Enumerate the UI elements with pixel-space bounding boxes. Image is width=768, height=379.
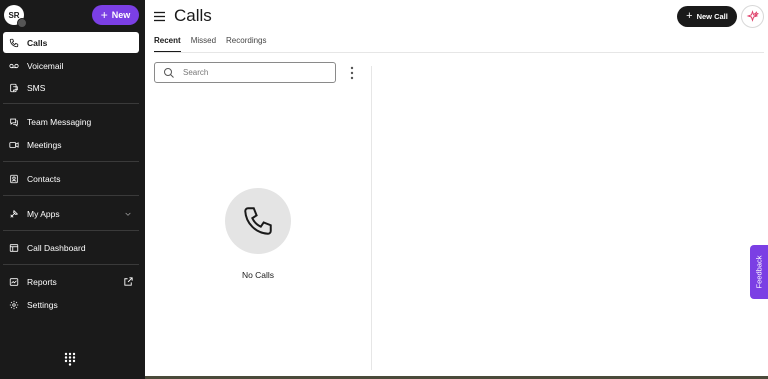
sidebar-divider bbox=[3, 195, 139, 196]
sidebar-item-contacts[interactable]: Contacts bbox=[3, 168, 139, 189]
new-button[interactable]: + New bbox=[92, 5, 139, 25]
sidebar-item-label: My Apps bbox=[27, 208, 60, 219]
avatar[interactable]: SR bbox=[4, 5, 27, 28]
voicemail-icon bbox=[9, 63, 19, 68]
sidebar-item-meetings[interactable]: Meetings bbox=[3, 134, 139, 155]
sidebar-item-voicemail[interactable]: Voicemail bbox=[3, 55, 139, 76]
contacts-icon bbox=[10, 174, 18, 183]
panel-divider bbox=[371, 66, 372, 370]
sidebar-item-label: SMS bbox=[27, 82, 46, 93]
sidebar-item-label: Calls bbox=[27, 37, 48, 48]
chat-icon bbox=[10, 118, 18, 127]
tab-bar: Recent Missed Recordings bbox=[154, 35, 267, 53]
dialpad-icon[interactable] bbox=[64, 352, 76, 366]
sidebar-item-label: Meetings bbox=[27, 139, 62, 150]
sidebar-item-label: Team Messaging bbox=[27, 116, 92, 127]
sidebar-item-label: Contacts bbox=[27, 173, 61, 184]
empty-state-text: No Calls bbox=[241, 270, 275, 280]
dashboard-icon bbox=[9, 243, 19, 252]
tab-divider bbox=[154, 52, 764, 53]
reports-icon bbox=[9, 277, 19, 286]
more-options-icon[interactable] bbox=[349, 66, 355, 80]
sidebar-item-calls[interactable]: Calls bbox=[3, 32, 139, 53]
plus-icon: + bbox=[686, 10, 693, 22]
search-icon bbox=[164, 67, 174, 78]
video-icon bbox=[9, 141, 19, 148]
sms-icon bbox=[10, 83, 18, 92]
tab-missed[interactable]: Missed bbox=[191, 35, 216, 53]
chevron-down-icon bbox=[125, 212, 131, 216]
sidebar-item-my-apps[interactable]: My Apps bbox=[3, 203, 139, 224]
sparkle-icon bbox=[746, 10, 759, 22]
phone-icon bbox=[244, 207, 272, 235]
sidebar-item-settings[interactable]: Settings bbox=[3, 294, 139, 315]
sidebar-item-label: Voicemail bbox=[27, 60, 64, 71]
sidebar-divider bbox=[3, 103, 139, 104]
new-button-label: New bbox=[111, 10, 131, 20]
sidebar-item-label: Settings bbox=[27, 299, 58, 310]
external-link-icon bbox=[124, 277, 133, 286]
search-box bbox=[154, 62, 336, 83]
apps-icon bbox=[10, 209, 19, 218]
page-title: Calls bbox=[174, 6, 212, 25]
presence-badge bbox=[17, 18, 27, 28]
empty-state-illustration bbox=[225, 188, 291, 254]
sidebar-item-call-dashboard[interactable]: Call Dashboard bbox=[3, 237, 139, 258]
sidebar-item-label: Call Dashboard bbox=[27, 242, 86, 253]
plus-icon: + bbox=[100, 8, 108, 22]
feedback-label: Feedback bbox=[754, 255, 764, 289]
gear-icon bbox=[9, 300, 19, 309]
new-call-label: New Call bbox=[696, 12, 728, 21]
sidebar-item-label: Reports bbox=[27, 276, 57, 287]
assistant-button[interactable] bbox=[741, 5, 764, 28]
sidebar-item-reports[interactable]: Reports bbox=[3, 271, 139, 292]
search-input[interactable] bbox=[183, 68, 323, 77]
tab-recent[interactable]: Recent bbox=[154, 35, 181, 53]
menu-icon[interactable] bbox=[154, 11, 165, 22]
sidebar: SR + New Calls Voicemail SMS Team Messag… bbox=[0, 0, 145, 379]
sidebar-item-team-messaging[interactable]: Team Messaging bbox=[3, 111, 139, 132]
sidebar-divider bbox=[3, 230, 139, 231]
tab-recordings[interactable]: Recordings bbox=[226, 35, 266, 53]
feedback-button[interactable]: Feedback bbox=[750, 245, 768, 299]
sidebar-divider bbox=[3, 161, 139, 162]
phone-icon bbox=[9, 38, 19, 47]
sidebar-divider bbox=[3, 264, 139, 265]
new-call-button[interactable]: + New Call bbox=[677, 6, 737, 27]
sidebar-item-sms[interactable]: SMS bbox=[3, 77, 139, 98]
